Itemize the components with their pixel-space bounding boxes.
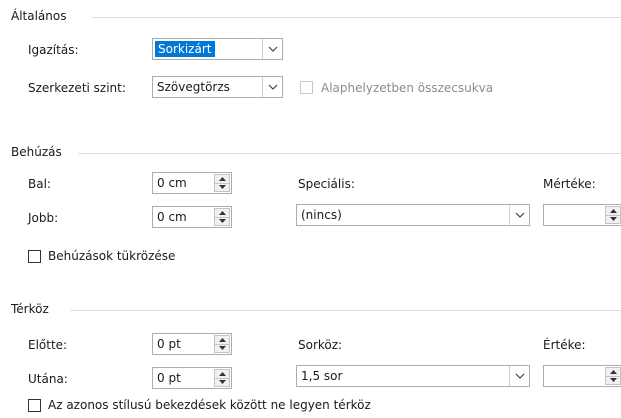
line-spacing-dropdown[interactable]: 1,5 sor	[296, 365, 530, 387]
section-title-spacing: Térköz	[11, 302, 49, 316]
special-label: Speciális:	[298, 177, 355, 191]
spin-down-icon[interactable]	[215, 184, 229, 192]
spin-down-icon[interactable]	[606, 377, 620, 385]
special-dropdown[interactable]: (nincs)	[296, 204, 530, 226]
line-spacing-label: Sorköz:	[298, 338, 343, 352]
spacing-at-spinner[interactable]	[543, 365, 621, 387]
no-space-same-style-checkbox[interactable]	[28, 399, 41, 412]
space-after-label: Utána:	[28, 372, 68, 386]
spin-up-icon[interactable]	[606, 207, 620, 216]
chevron-down-icon[interactable]	[509, 205, 529, 225]
spin-up-icon[interactable]	[215, 209, 229, 218]
spin-up-icon[interactable]	[215, 175, 229, 184]
collapsed-label: Alaphelyzetben összecsukva	[321, 81, 494, 95]
indent-right-value: 0 cm	[157, 210, 187, 224]
outline-level-value: Szövegtörzs	[157, 80, 230, 94]
spin-down-icon[interactable]	[606, 216, 620, 224]
separator-spacing	[70, 310, 621, 311]
alignment-label: Igazítás:	[28, 43, 79, 57]
space-before-value: 0 pt	[157, 337, 181, 351]
line-spacing-value: 1,5 sor	[301, 369, 343, 383]
indent-right-spinner[interactable]: 0 cm	[152, 206, 232, 228]
separator-general	[92, 17, 621, 18]
alignment-dropdown[interactable]: Sorkizárt	[152, 38, 283, 60]
section-title-indent: Behúzás	[11, 145, 62, 159]
space-after-spinner[interactable]: 0 pt	[152, 367, 232, 389]
indent-left-spinner[interactable]: 0 cm	[152, 172, 232, 194]
indent-left-value: 0 cm	[157, 176, 187, 190]
section-title-general: Általános	[11, 9, 67, 23]
indent-by-spinner[interactable]	[543, 204, 621, 226]
indent-by-label: Mértéke:	[543, 177, 596, 191]
mirror-indents-label: Behúzások tükrözése	[48, 249, 176, 263]
alignment-value: Sorkizárt	[155, 41, 216, 57]
spin-down-icon[interactable]	[215, 218, 229, 226]
spin-down-icon[interactable]	[215, 345, 229, 353]
spacing-at-label: Értéke:	[543, 338, 586, 352]
spin-down-icon[interactable]	[215, 379, 229, 387]
spin-up-icon[interactable]	[215, 336, 229, 345]
indent-right-label: Jobb:	[28, 211, 59, 225]
special-value: (nincs)	[301, 208, 342, 222]
chevron-down-icon[interactable]	[509, 366, 529, 386]
chevron-down-icon[interactable]	[262, 77, 282, 97]
space-after-value: 0 pt	[157, 371, 181, 385]
spin-up-icon[interactable]	[215, 370, 229, 379]
chevron-down-icon[interactable]	[262, 39, 282, 59]
indent-left-label: Bal:	[28, 177, 51, 191]
mirror-indents-checkbox[interactable]	[28, 250, 41, 263]
space-before-spinner[interactable]: 0 pt	[152, 333, 232, 355]
collapsed-checkbox[interactable]	[300, 81, 313, 94]
separator-indent	[78, 153, 621, 154]
no-space-same-style-label: Az azonos stílusú bekezdések között ne l…	[48, 398, 371, 412]
space-before-label: Előtte:	[28, 338, 68, 352]
spin-up-icon[interactable]	[606, 368, 620, 377]
outline-level-label: Szerkezeti szint:	[28, 81, 126, 95]
outline-level-dropdown[interactable]: Szövegtörzs	[152, 76, 283, 98]
